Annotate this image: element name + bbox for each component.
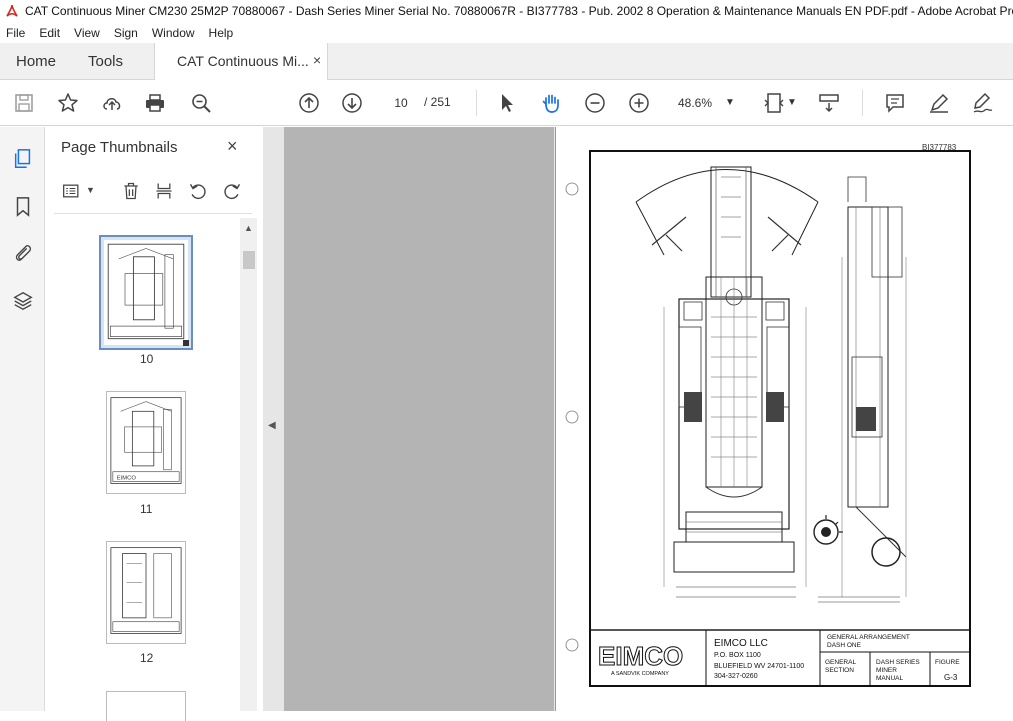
panel-title: Page Thumbnails bbox=[61, 139, 178, 156]
extract-page-icon[interactable] bbox=[152, 179, 176, 203]
tab-bar: Home Tools CAT Continuous Mi... × bbox=[0, 43, 1013, 80]
drawing-title-1: GENERAL ARRANGEMENT bbox=[827, 634, 910, 641]
scroll-up-arrow-icon[interactable]: ▲ bbox=[244, 223, 253, 233]
menu-help[interactable]: Help bbox=[203, 26, 242, 40]
thumbnail-preview bbox=[110, 547, 182, 634]
menu-bar: File Edit View Sign Window Help bbox=[0, 22, 1013, 43]
menu-view[interactable]: View bbox=[68, 26, 108, 40]
tab-home[interactable]: Home bbox=[16, 53, 56, 70]
page-thumbnails-icon[interactable] bbox=[11, 147, 35, 171]
thumbnail-toolbar: ▼ bbox=[46, 175, 263, 211]
manual-label-3: MANUAL bbox=[876, 675, 903, 682]
thumbnail-number: 10 bbox=[140, 352, 154, 366]
upload-cloud-icon[interactable] bbox=[100, 91, 124, 115]
comment-icon[interactable] bbox=[883, 91, 907, 115]
print-icon[interactable] bbox=[143, 91, 167, 115]
zoom-level-input[interactable]: 48.6% bbox=[672, 91, 722, 115]
layers-icon[interactable] bbox=[11, 289, 35, 313]
acrobat-icon bbox=[5, 4, 19, 18]
zoom-out-icon[interactable] bbox=[583, 91, 607, 115]
thumbnail-number: 12 bbox=[140, 651, 154, 665]
scroll-mode-icon[interactable] bbox=[817, 91, 841, 115]
fit-dropdown-chevron-icon[interactable]: ▼ bbox=[787, 97, 797, 108]
collapse-panel-arrow-icon[interactable]: ◀ bbox=[268, 420, 276, 431]
zoom-search-icon[interactable] bbox=[189, 91, 213, 115]
doc-id: BI377783 bbox=[922, 143, 957, 152]
tab-document-label: CAT Continuous Mi... bbox=[177, 53, 309, 69]
select-pointer-icon[interactable] bbox=[495, 91, 519, 115]
figure-number: G-3 bbox=[944, 673, 958, 682]
title-bar: CAT Continuous Miner CM230 25M2P 7088006… bbox=[0, 0, 1013, 22]
save-icon[interactable] bbox=[12, 91, 36, 115]
thumbnail-page-11[interactable]: EIMCO bbox=[106, 391, 186, 494]
left-icon-rail bbox=[0, 127, 45, 711]
document-page: BI377783 EIMCO A SANDVIK COMPANY EIMCO L… bbox=[555, 127, 1013, 711]
document-gutter bbox=[284, 127, 554, 711]
thumbnail-page-10[interactable] bbox=[99, 235, 193, 350]
thumbnail-marker bbox=[183, 340, 189, 346]
toolbar-divider bbox=[476, 90, 477, 116]
section-label-1: GENERAL bbox=[825, 659, 856, 666]
toolbar-divider bbox=[862, 90, 863, 116]
page-number-input[interactable]: 10 bbox=[384, 91, 418, 115]
tab-tools[interactable]: Tools bbox=[88, 53, 123, 70]
next-page-icon[interactable] bbox=[340, 91, 364, 115]
previous-page-icon[interactable] bbox=[297, 91, 321, 115]
main-toolbar: 10 / 251 48.6% ▼ ▼ bbox=[0, 80, 1013, 126]
menu-file[interactable]: File bbox=[0, 26, 33, 40]
panel-divider bbox=[54, 213, 252, 214]
fit-page-icon[interactable] bbox=[763, 91, 787, 115]
menu-window[interactable]: Window bbox=[146, 26, 203, 40]
zoom-dropdown-chevron-icon[interactable]: ▼ bbox=[725, 97, 735, 108]
address-1: P.O. BOX 1100 bbox=[714, 652, 761, 659]
manual-label-2: MINER bbox=[876, 667, 897, 674]
section-label-2: SECTION bbox=[825, 667, 854, 674]
rotate-counterclockwise-icon[interactable] bbox=[186, 179, 210, 203]
thumbnail-number: 11 bbox=[140, 502, 153, 516]
panel-close-icon[interactable]: × bbox=[227, 136, 238, 157]
manual-label-1: DASH SERIES bbox=[876, 659, 920, 666]
menu-edit[interactable]: Edit bbox=[33, 26, 68, 40]
company-logo: EIMCO bbox=[598, 641, 683, 671]
scrollbar-thumb[interactable] bbox=[243, 251, 255, 269]
zoom-in-icon[interactable] bbox=[627, 91, 651, 115]
drawing-title-2: DASH ONE bbox=[827, 642, 862, 649]
page-total: / 251 bbox=[424, 95, 451, 109]
company-name: EIMCO LLC bbox=[714, 638, 768, 649]
address-2: BLUEFIELD WV 24701-1100 bbox=[714, 663, 804, 670]
thumbnail-page-12[interactable] bbox=[106, 541, 186, 644]
tagline: A SANDVIK COMPANY bbox=[611, 671, 669, 677]
attachments-icon[interactable] bbox=[11, 241, 35, 265]
tab-close-icon[interactable]: × bbox=[313, 52, 321, 68]
hand-tool-icon[interactable] bbox=[539, 91, 563, 115]
bookmarks-icon[interactable] bbox=[11, 195, 35, 219]
figure-label: FIGURE bbox=[935, 659, 960, 666]
engineering-drawing: BI377783 EIMCO A SANDVIK COMPANY EIMCO L… bbox=[556, 127, 1013, 711]
rotate-clockwise-icon[interactable] bbox=[220, 179, 244, 203]
thumbnail-page-partial[interactable] bbox=[106, 691, 186, 721]
thumbnail-options-icon[interactable] bbox=[60, 179, 84, 203]
delete-page-icon[interactable] bbox=[119, 179, 143, 203]
options-chevron-down-icon[interactable]: ▼ bbox=[86, 185, 95, 195]
svg-text:EIMCO: EIMCO bbox=[117, 476, 137, 482]
thumbnail-preview bbox=[104, 240, 188, 345]
window-title: CAT Continuous Miner CM230 25M2P 7088006… bbox=[25, 4, 1013, 18]
thumbnails-panel: Page Thumbnails × ▼ 10 EIMCO 11 12 bbox=[46, 127, 263, 721]
bookmark-star-icon[interactable] bbox=[56, 91, 80, 115]
menu-sign[interactable]: Sign bbox=[108, 26, 146, 40]
sign-pen-icon[interactable] bbox=[970, 91, 994, 115]
phone: 304-327-0260 bbox=[714, 673, 758, 680]
tab-document[interactable]: CAT Continuous Mi... × bbox=[154, 43, 328, 80]
thumbnail-scrollbar[interactable] bbox=[240, 218, 257, 711]
thumbnail-preview: EIMCO bbox=[110, 397, 182, 484]
highlight-pen-icon[interactable] bbox=[927, 91, 951, 115]
